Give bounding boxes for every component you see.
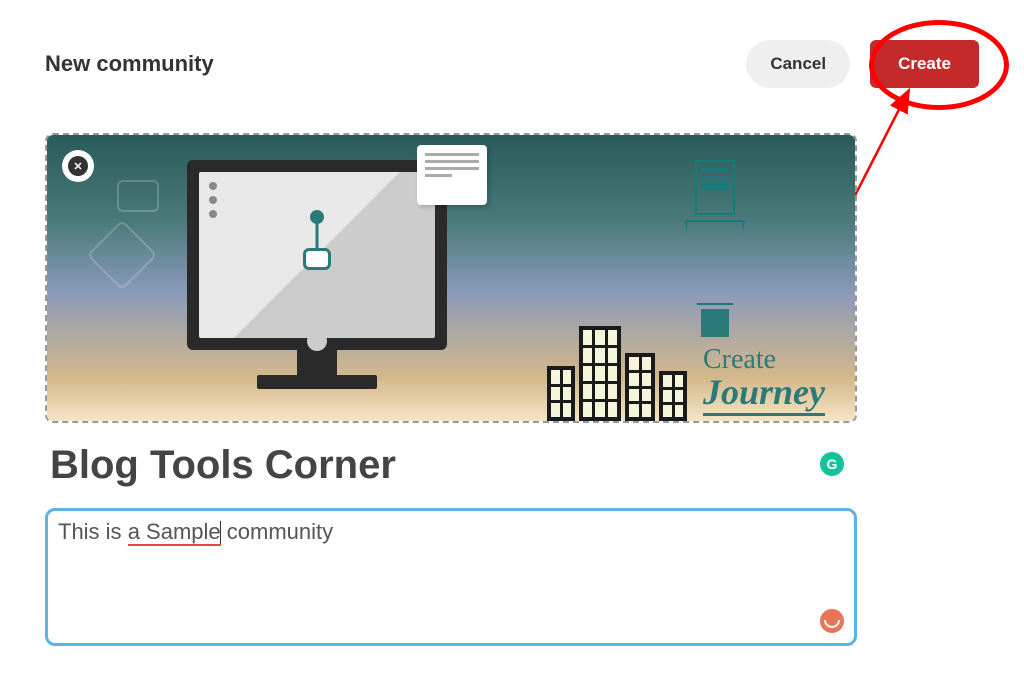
action-buttons: Cancel Create xyxy=(746,40,979,88)
grammarly-icon[interactable]: G xyxy=(820,452,844,476)
smile-icon[interactable] xyxy=(820,609,844,633)
cover-illustration: Create Journey xyxy=(47,135,855,421)
description-text-part1: This is xyxy=(58,519,128,544)
page-title: New community xyxy=(45,51,214,77)
create-button[interactable]: Create xyxy=(870,40,979,88)
balloon-graphic xyxy=(685,220,745,337)
decorative-outline xyxy=(117,180,159,212)
cover-text-line2: Journey xyxy=(703,371,825,416)
header: New community Cancel Create xyxy=(45,40,979,88)
description-text-part2: community xyxy=(221,519,333,544)
cover-image-area[interactable]: Create Journey xyxy=(45,133,857,423)
description-spellcheck-word: a Sample xyxy=(128,519,221,546)
form-graphic xyxy=(695,160,735,215)
decorative-outline xyxy=(87,220,158,291)
paper-graphic xyxy=(417,145,487,205)
cover-text: Create Journey xyxy=(703,344,825,416)
remove-cover-button[interactable] xyxy=(62,150,94,182)
description-input[interactable]: This is a Sample community xyxy=(45,508,857,646)
monitor-graphic xyxy=(187,160,447,390)
buildings-graphic xyxy=(547,326,687,421)
cancel-button[interactable]: Cancel xyxy=(746,40,850,88)
